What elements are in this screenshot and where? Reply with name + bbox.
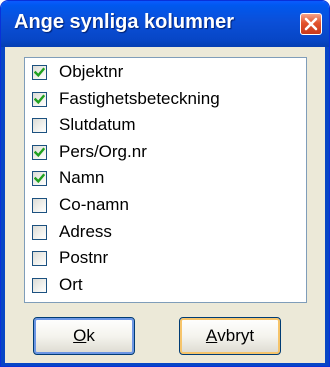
- checkbox-checked[interactable]: [32, 144, 47, 160]
- column-item[interactable]: Objektnr: [25, 61, 306, 87]
- cancel-accelerator: A: [205, 326, 218, 345]
- column-item[interactable]: Postnr: [25, 247, 306, 273]
- ok-button[interactable]: Ok: [33, 317, 135, 355]
- column-item-label: Slutdatum: [59, 115, 136, 135]
- dialog-window: Ange synliga kolumner Objektnr Fastighets…: [0, 0, 330, 367]
- check-icon: [34, 94, 45, 104]
- column-item[interactable]: Pers/Org.nr: [25, 141, 306, 167]
- checkbox-unchecked[interactable]: [32, 251, 47, 267]
- column-item[interactable]: Co-namn: [25, 194, 306, 220]
- column-item[interactable]: Adress: [25, 221, 306, 247]
- column-item-label: Fastighetsbeteckning: [59, 88, 220, 108]
- ok-accelerator: O: [73, 326, 87, 345]
- column-item-label: Objektnr: [59, 62, 124, 81]
- cancel-button[interactable]: Avbryt: [179, 317, 281, 355]
- checkbox-checked[interactable]: [32, 171, 47, 187]
- checkbox-checked[interactable]: [32, 65, 47, 80]
- checkbox-unchecked[interactable]: [32, 118, 47, 134]
- cancel-label-rest: vbryt: [217, 326, 255, 345]
- checkbox-unchecked[interactable]: [32, 198, 47, 213]
- ok-label-rest: k: [86, 326, 95, 345]
- column-item-label: Adress: [59, 221, 112, 241]
- dialog-body: Objektnr Fastighetsbeteckning Slutdatum Per…: [1, 47, 329, 366]
- column-item[interactable]: Slutdatum: [25, 114, 306, 140]
- column-item[interactable]: Fastighetsbeteckning: [25, 88, 306, 114]
- checkbox-checked[interactable]: [32, 91, 47, 107]
- column-item-label: Co-namn: [59, 195, 129, 214]
- column-item-label: Pers/Org.nr: [59, 141, 147, 161]
- title-bar[interactable]: Ange synliga kolumner: [1, 1, 329, 47]
- column-item-label: Ort: [59, 274, 83, 294]
- column-checklist[interactable]: Objektnr Fastighetsbeteckning Slutdatum Per…: [24, 57, 307, 303]
- dialog-title: Ange synliga kolumner: [14, 11, 235, 33]
- column-item-label: Postnr: [59, 248, 109, 268]
- close-button[interactable]: [300, 13, 322, 35]
- checkbox-unchecked[interactable]: [32, 277, 47, 293]
- close-icon: [304, 17, 318, 31]
- check-icon: [34, 67, 45, 78]
- column-item[interactable]: Ort: [25, 274, 306, 300]
- column-item[interactable]: Namn: [25, 167, 306, 193]
- check-icon: [34, 173, 45, 184]
- column-item-label: Namn: [59, 168, 105, 188]
- check-icon: [34, 147, 45, 157]
- checkbox-unchecked[interactable]: [32, 224, 47, 240]
